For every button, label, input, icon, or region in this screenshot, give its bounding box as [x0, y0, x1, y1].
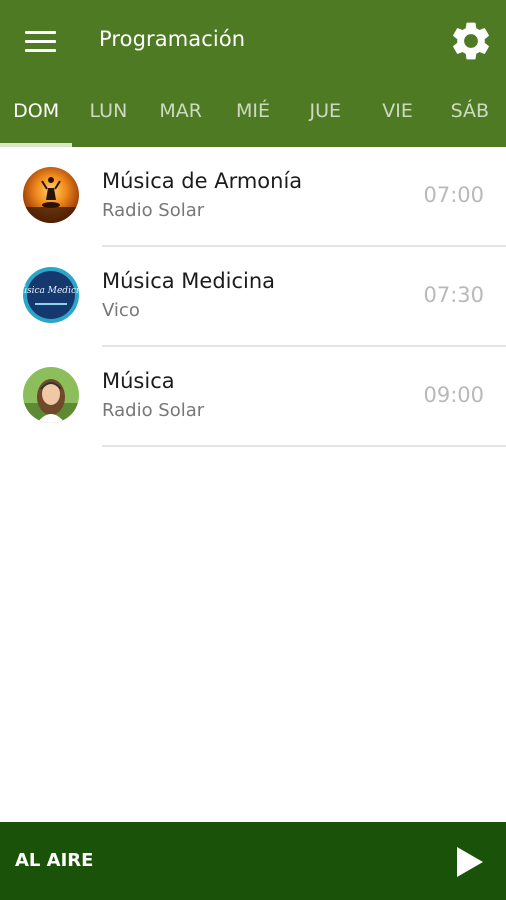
- hamburger-menu-icon[interactable]: [18, 22, 62, 60]
- show-time: 09:00: [423, 383, 484, 407]
- list-item[interactable]: Música de Armonía Radio Solar 07:00: [0, 147, 506, 247]
- show-title: Música Medicina: [102, 269, 276, 293]
- show-time: 07:30: [423, 283, 484, 307]
- tab-mie[interactable]: MIÉ: [217, 90, 289, 147]
- tab-vie[interactable]: VIE: [361, 90, 433, 147]
- app-screen: Programación DOM LUN MAR MIÉ JUE VIE SÁB: [0, 0, 506, 900]
- tab-dom[interactable]: DOM: [0, 90, 73, 147]
- show-host: Radio Solar: [102, 400, 205, 421]
- divider: [102, 445, 506, 447]
- show-host: Vico: [102, 300, 140, 321]
- list-item[interactable]: Música Radio Solar 09:00: [0, 347, 506, 447]
- gear-icon[interactable]: [448, 18, 494, 64]
- tab-jue[interactable]: JUE: [289, 90, 361, 147]
- app-header: Programación DOM LUN MAR MIÉ JUE VIE SÁB: [0, 0, 506, 147]
- show-time: 07:00: [423, 183, 484, 207]
- tab-lun[interactable]: LUN: [72, 90, 144, 147]
- toolbar: Programación: [0, 0, 506, 82]
- page-title: Programación: [99, 27, 246, 51]
- show-avatar: Música Medicina: [23, 267, 79, 323]
- show-title: Música: [102, 369, 175, 393]
- show-host: Radio Solar: [102, 200, 205, 221]
- show-avatar: [23, 367, 79, 423]
- play-icon[interactable]: [450, 842, 490, 882]
- avatar-text: Música Medicina: [23, 285, 79, 296]
- show-title: Música de Armonía: [102, 169, 303, 193]
- tab-sab[interactable]: SÁB: [434, 90, 506, 147]
- tab-mar[interactable]: MAR: [145, 90, 217, 147]
- schedule-list: Música de Armonía Radio Solar 07:00 Músi…: [0, 147, 506, 447]
- list-item[interactable]: Música Medicina Música Medicina Vico 07:…: [0, 247, 506, 347]
- show-avatar: [23, 167, 79, 223]
- live-player-bar[interactable]: AL AIRE: [0, 822, 506, 900]
- on-air-label: AL AIRE: [15, 850, 94, 871]
- day-tabs: DOM LUN MAR MIÉ JUE VIE SÁB: [0, 90, 506, 147]
